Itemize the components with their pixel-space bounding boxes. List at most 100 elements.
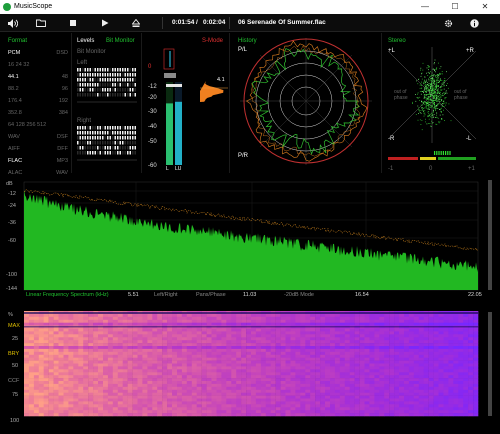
spectrogram-cell <box>107 369 114 373</box>
spectrogram-cell <box>255 383 262 388</box>
bit-cell <box>82 68 84 72</box>
spectrogram-scrollbar[interactable] <box>488 312 492 416</box>
bit-cell <box>109 93 111 97</box>
spectrogram-cell <box>63 360 69 364</box>
spectrogram-cell <box>186 372 192 376</box>
stereo-sample-dot <box>430 116 431 118</box>
spectrogram-cell <box>285 378 291 382</box>
bit-cell <box>87 126 89 130</box>
bit-cell <box>117 78 119 82</box>
spectrogram-cell <box>201 395 207 399</box>
spectrogram-cell <box>68 322 74 326</box>
spectrogram-cell <box>265 357 271 361</box>
spectrogram-cell <box>334 378 341 382</box>
spectrogram-cell <box>24 334 30 338</box>
minimize-button[interactable]: — <box>410 0 440 14</box>
spectrogram-cell <box>251 401 257 405</box>
bit-cell <box>114 93 116 97</box>
spectrogram-cell <box>63 337 69 341</box>
spectrogram-cell <box>354 340 360 344</box>
spectrogram-cell <box>231 363 237 367</box>
stereo-sample-dot <box>420 112 422 114</box>
play-icon[interactable] <box>98 14 112 32</box>
spectrogram-cell <box>330 407 336 411</box>
spectrogram-cell <box>359 372 365 376</box>
spectrogram-cell <box>280 351 286 355</box>
stereo-sample-dot <box>430 75 432 77</box>
spectrogram-cell <box>270 354 276 358</box>
spectrogram-cell <box>147 360 153 364</box>
spectrogram-cell <box>172 401 178 405</box>
spectrogram-cell <box>408 401 415 405</box>
spectrogram-cell <box>379 392 385 396</box>
maximize-button[interactable]: ☐ <box>440 0 470 14</box>
spectrogram-cell <box>334 360 341 364</box>
stereo-sample-dot <box>415 94 416 95</box>
spectrogram-cell <box>167 383 173 388</box>
minus-20db-mode[interactable]: -20dB Mode <box>284 292 314 298</box>
spectrogram-cell <box>265 328 271 332</box>
spectrogram-cell <box>330 346 336 350</box>
spectrogram-cell <box>68 404 74 408</box>
close-button[interactable]: ✕ <box>470 0 500 14</box>
spectrogram-cell <box>458 369 464 373</box>
bit-cell <box>109 73 111 77</box>
spectrogram-cell <box>473 366 479 370</box>
spectrogram-cell <box>191 407 197 411</box>
volume-icon[interactable] <box>6 14 20 32</box>
spectrogram-cell <box>438 398 444 402</box>
stereo-sample-dot <box>423 111 424 113</box>
spectrogram-cell <box>443 366 449 370</box>
spectrogram-cell <box>413 331 419 335</box>
left-right-mode[interactable]: Left/Right <box>154 292 178 298</box>
spectrogram-cell <box>157 386 163 390</box>
spectrogram-cell <box>112 404 118 408</box>
spectrogram-cell <box>438 331 444 335</box>
spectrogram-cell <box>468 351 474 355</box>
spectrum-scrollbar[interactable] <box>488 180 492 290</box>
spectrogram-cell <box>211 372 217 376</box>
gear-icon[interactable] <box>442 14 454 32</box>
spectrogram-cell <box>63 395 69 399</box>
spectrogram-cell <box>320 337 326 341</box>
spectrogram-cell <box>221 369 227 373</box>
spectrogram-cell <box>418 407 424 411</box>
spectrogram-cell <box>137 346 143 350</box>
spectrogram-cell <box>364 346 370 350</box>
spectrogram-cell <box>167 395 173 399</box>
spectrogram-cell <box>236 348 242 353</box>
spectrogram-cell <box>147 313 153 318</box>
spectrogram-cell <box>48 343 54 347</box>
info-icon[interactable] <box>468 14 480 32</box>
bit-monitor-tab[interactable]: Bit Monitor <box>106 38 135 44</box>
spectrogram-cell <box>142 392 148 396</box>
spectrogram-cell <box>374 340 380 344</box>
spectrogram-cell <box>448 334 454 338</box>
spectrogram-cell <box>191 392 197 396</box>
spectrogram-cell <box>379 378 385 382</box>
spectrogram-cell <box>344 398 350 402</box>
spectrogram-cell <box>339 334 345 338</box>
spectrogram-cell <box>428 354 434 358</box>
spectrogram-cell <box>468 337 474 341</box>
pans-phase-mode[interactable]: Pans/Phase <box>196 292 226 298</box>
spectrogram-cell <box>246 366 252 370</box>
spectrogram-cell <box>216 381 222 385</box>
eject-icon[interactable] <box>129 14 143 32</box>
spectrogram-cell <box>24 343 30 347</box>
spectrogram-cell <box>117 337 123 341</box>
spectrogram-cell <box>117 348 123 353</box>
spectrogram-cell <box>325 319 331 323</box>
spectrogram-cell <box>428 398 434 402</box>
spectrogram-cell <box>339 381 345 385</box>
stereo-sample-dot <box>423 110 424 112</box>
bit-cell <box>79 126 81 130</box>
spectrogram-cell <box>354 337 360 341</box>
folder-icon[interactable] <box>34 14 48 32</box>
spectrogram-cell <box>428 334 434 338</box>
spectrogram-cell <box>132 337 138 341</box>
spectrogram-cell <box>270 357 276 361</box>
stop-icon[interactable] <box>66 14 80 32</box>
spectrogram-cell <box>433 337 439 341</box>
spectrogram-cell <box>122 316 128 320</box>
